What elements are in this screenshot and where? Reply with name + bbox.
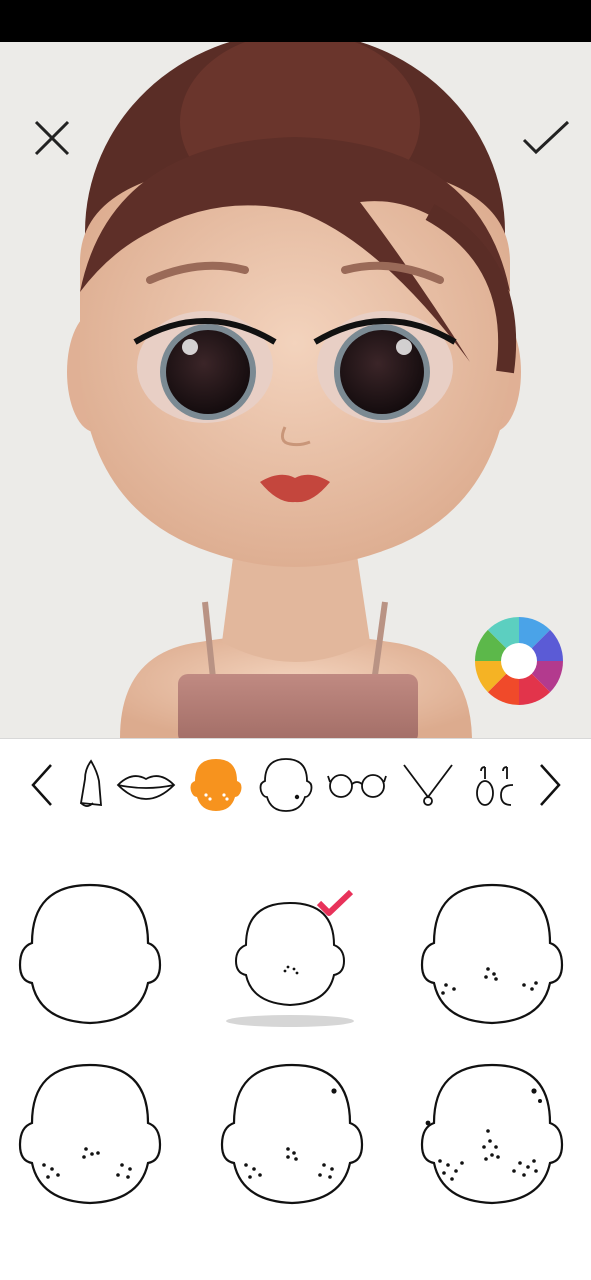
selected-check-icon [316, 889, 354, 916]
freckles-options-grid [0, 831, 591, 1280]
tool-head-shape[interactable] [256, 753, 316, 817]
tool-necklace[interactable] [400, 753, 456, 817]
confirm-button[interactable] [518, 110, 574, 166]
tool-earrings[interactable] [468, 753, 522, 817]
tool-lips[interactable] [114, 753, 178, 817]
option-freckles-cheeks-mole[interactable] [216, 1061, 368, 1207]
avatar-preview [0, 42, 591, 738]
color-wheel-button[interactable] [474, 616, 564, 706]
option-freckles-nose-light[interactable] [222, 889, 362, 1029]
tool-glasses[interactable] [326, 753, 388, 817]
earrings-icon [476, 766, 514, 806]
prev-button[interactable] [22, 753, 62, 817]
checkmark-icon [522, 120, 570, 155]
prev-arrow-icon [31, 764, 52, 806]
tool-face-details[interactable] [186, 753, 246, 817]
tool-nose[interactable] [70, 753, 110, 817]
nose-icon [79, 759, 102, 807]
necklace-icon [403, 764, 453, 806]
glasses-icon [327, 774, 387, 798]
option-freckles-none[interactable] [14, 881, 166, 1027]
close-button[interactable] [24, 110, 80, 166]
head-shape-icon [259, 758, 313, 812]
next-arrow-icon [540, 764, 561, 806]
option-freckles-cheeks-medium[interactable] [14, 1061, 166, 1207]
option-freckles-full[interactable] [416, 1061, 568, 1207]
category-toolbar [0, 738, 591, 832]
option-freckles-cheeks-light[interactable] [416, 881, 568, 1027]
next-button[interactable] [530, 753, 570, 817]
close-icon [34, 120, 70, 156]
lips-icon [116, 775, 176, 800]
face-details-icon [190, 759, 242, 811]
status-bar [0, 0, 591, 42]
